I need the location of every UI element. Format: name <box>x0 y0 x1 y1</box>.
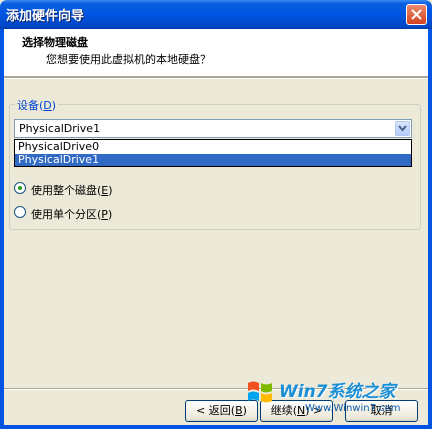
device-select-value: PhysicalDrive1 <box>19 122 101 135</box>
page-title: 选择物理磁盘 <box>22 36 88 49</box>
list-item[interactable]: PhysicalDrive0 <box>15 141 411 153</box>
window-frame-left <box>0 29 4 429</box>
partition-label[interactable]: 使用单个分区(P) <box>31 206 112 222</box>
partition-radio[interactable] <box>14 206 26 218</box>
dropdown-button[interactable] <box>395 121 410 136</box>
page-subtitle: 您想要使用此虚拟机的本地硬盘？ <box>46 53 211 66</box>
radio-checked-dot <box>18 186 22 190</box>
list-item-selected[interactable]: PhysicalDrive1 <box>15 154 411 166</box>
device-group-label: 设备(D) <box>15 97 59 113</box>
title-bar[interactable]: 添加硬件向导 <box>0 0 432 29</box>
watermark-url: Www.Winwin7.com <box>305 403 401 414</box>
windows-flag-icon <box>248 381 272 403</box>
device-dropdown-list[interactable]: PhysicalDrive0 PhysicalDrive1 <box>14 139 412 167</box>
whole-disk-label[interactable]: 使用整个磁盘(E) <box>31 182 113 198</box>
window-frame-right <box>428 29 432 429</box>
close-button[interactable] <box>406 4 427 25</box>
watermark-brand: Win7系统之家 <box>279 382 396 402</box>
chevron-down-icon <box>398 125 407 132</box>
header-divider <box>4 76 428 79</box>
watermark: Win7系统之家 Www.Winwin7.com <box>245 373 432 429</box>
whole-disk-radio[interactable] <box>14 182 26 194</box>
window-title: 添加硬件向导 <box>6 9 85 24</box>
close-icon <box>411 9 422 20</box>
device-select[interactable]: PhysicalDrive1 <box>14 119 412 138</box>
wizard-header: 选择物理磁盘 您想要使用此虚拟机的本地硬盘？ <box>4 29 428 76</box>
